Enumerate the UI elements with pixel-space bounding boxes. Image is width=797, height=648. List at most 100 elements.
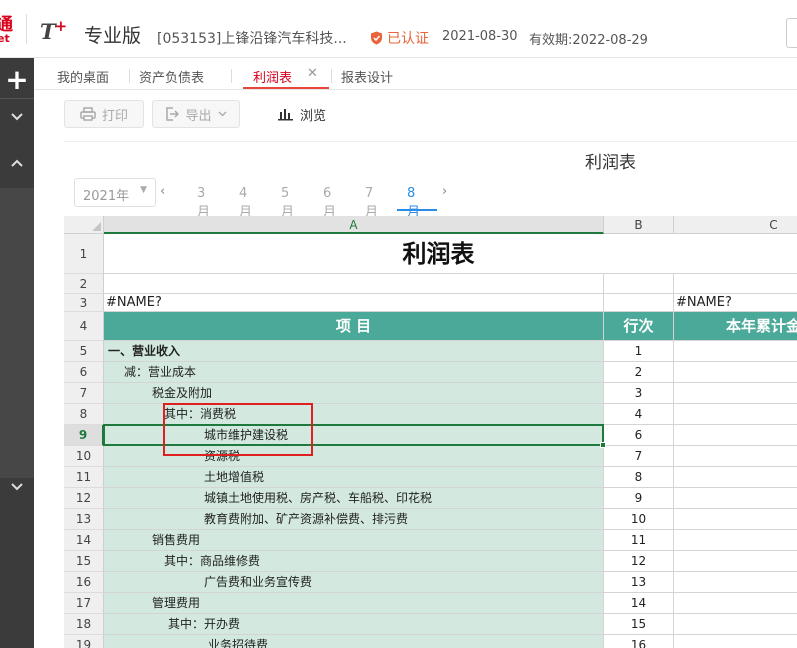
tab-balance-sheet[interactable]: 资产负债表 [139, 67, 204, 86]
line-number-cell[interactable]: 10 [604, 509, 674, 530]
certified-badge[interactable]: 已认证 [370, 28, 429, 48]
line-number-cell[interactable]: 7 [604, 446, 674, 467]
item-cell[interactable]: 业务招待费 [104, 635, 604, 648]
row-header[interactable]: 19 [64, 635, 104, 648]
month-option[interactable]: 6月 [323, 186, 336, 220]
sheet-title-cell[interactable]: 利润表 [104, 234, 797, 274]
item-cell[interactable]: 其中：开办费 [104, 614, 604, 635]
row-header[interactable]: 7 [64, 383, 104, 404]
browse-button[interactable]: 浏览 [272, 100, 332, 128]
sheet-cell[interactable] [604, 274, 674, 294]
ytd-amount-cell[interactable] [674, 425, 797, 446]
ytd-amount-cell[interactable] [674, 467, 797, 488]
tab-income-statement[interactable]: 利润表 [253, 67, 292, 86]
row-header[interactable]: 8 [64, 404, 104, 425]
item-cell[interactable]: 管理费用 [104, 593, 604, 614]
line-number-cell[interactable]: 11 [604, 530, 674, 551]
ytd-amount-cell[interactable] [674, 383, 797, 404]
item-cell[interactable]: 销售费用 [104, 530, 604, 551]
chevron-down-icon[interactable] [0, 470, 34, 504]
row-header[interactable]: 11 [64, 467, 104, 488]
sheet-cell[interactable] [604, 294, 674, 312]
header-item-cell[interactable]: 项 目 [104, 312, 604, 341]
line-number-cell[interactable]: 3 [604, 383, 674, 404]
line-number-cell[interactable]: 4 [604, 404, 674, 425]
month-option[interactable]: 5月 [281, 186, 294, 220]
export-button[interactable]: 导出 [152, 100, 240, 128]
line-number-cell[interactable]: 8 [604, 467, 674, 488]
chevron-up-icon[interactable] [0, 146, 34, 180]
line-number-cell[interactable]: 16 [604, 635, 674, 648]
ytd-amount-cell[interactable] [674, 530, 797, 551]
ytd-amount-cell[interactable] [674, 362, 797, 383]
row-header[interactable]: 12 [64, 488, 104, 509]
row-header[interactable]: 9 [64, 425, 104, 446]
item-cell[interactable]: 土地增值税 [104, 467, 604, 488]
row-header[interactable]: 16 [64, 572, 104, 593]
tab-report-design[interactable]: 报表设计 [341, 67, 393, 86]
select-all-corner[interactable] [64, 216, 104, 234]
row-header[interactable]: 18 [64, 614, 104, 635]
ytd-amount-cell[interactable] [674, 509, 797, 530]
header-right-button[interactable] [786, 18, 797, 48]
sheet-cell[interactable] [674, 274, 797, 294]
row-header[interactable]: 17 [64, 593, 104, 614]
name-error-cell[interactable]: #NAME? [104, 294, 604, 312]
row-header[interactable]: 3 [64, 294, 104, 312]
item-cell[interactable]: 一、营业收入 [104, 341, 604, 362]
item-cell[interactable]: 城镇土地使用税、房产税、车船税、印花税 [104, 488, 604, 509]
ytd-amount-cell[interactable] [674, 446, 797, 467]
line-number-cell[interactable]: 6 [604, 425, 674, 446]
print-button[interactable]: 打印 [64, 100, 144, 128]
ytd-amount-cell[interactable] [674, 488, 797, 509]
company-name[interactable]: [053153]上锋沿锋汽车科技... [157, 28, 347, 48]
spreadsheet[interactable]: A B C 1234利润表#NAME?#NAME?项 目行次本年累计金额5一、营… [64, 216, 797, 648]
month-option[interactable]: 3月 [197, 186, 210, 220]
row-header[interactable]: 4 [64, 312, 104, 341]
ytd-amount-cell[interactable] [674, 593, 797, 614]
month-option[interactable]: 4月 [239, 186, 252, 220]
item-cell[interactable]: 教育费附加、矿产资源补偿费、排污费 [104, 509, 604, 530]
line-number-cell[interactable]: 15 [604, 614, 674, 635]
fill-handle[interactable] [600, 442, 606, 448]
row-header[interactable]: 15 [64, 551, 104, 572]
item-cell[interactable]: 其中：商品维修费 [104, 551, 604, 572]
row-header[interactable]: 1 [64, 234, 104, 274]
ytd-amount-cell[interactable] [674, 614, 797, 635]
header-line-cell[interactable]: 行次 [604, 312, 674, 341]
line-number-cell[interactable]: 1 [604, 341, 674, 362]
tab-desktop[interactable]: 我的桌面 [57, 67, 109, 86]
ytd-amount-cell[interactable] [674, 572, 797, 593]
column-header-b[interactable]: B [604, 216, 674, 234]
ytd-amount-cell[interactable] [674, 404, 797, 425]
prev-period-button[interactable]: ‹ [160, 184, 165, 199]
row-header[interactable]: 2 [64, 274, 104, 294]
item-cell[interactable]: 广告费和业务宣传费 [104, 572, 604, 593]
name-error-cell[interactable]: #NAME? [674, 294, 797, 312]
item-cell[interactable]: 税金及附加 [104, 383, 604, 404]
row-header[interactable]: 14 [64, 530, 104, 551]
column-header-a[interactable]: A [104, 216, 604, 234]
year-select[interactable]: 2021年 ▼ [74, 178, 156, 207]
header-ytd-cell[interactable]: 本年累计金额 [674, 312, 797, 341]
sheet-cell[interactable] [104, 274, 604, 294]
row-header[interactable]: 6 [64, 362, 104, 383]
row-header[interactable]: 13 [64, 509, 104, 530]
ytd-amount-cell[interactable] [674, 551, 797, 572]
next-period-button[interactable]: › [442, 184, 447, 199]
add-icon[interactable]: + [0, 62, 34, 96]
column-header-c[interactable]: C [674, 216, 797, 234]
chevron-down-icon[interactable] [0, 100, 34, 134]
line-number-cell[interactable]: 12 [604, 551, 674, 572]
line-number-cell[interactable]: 14 [604, 593, 674, 614]
close-icon[interactable]: ✕ [307, 66, 318, 81]
row-header[interactable]: 5 [64, 341, 104, 362]
month-option-active[interactable]: 8月 [407, 186, 420, 220]
line-number-cell[interactable]: 2 [604, 362, 674, 383]
ytd-amount-cell[interactable] [674, 341, 797, 362]
month-option[interactable]: 7月 [365, 186, 378, 220]
line-number-cell[interactable]: 9 [604, 488, 674, 509]
ytd-amount-cell[interactable] [674, 635, 797, 648]
row-header[interactable]: 10 [64, 446, 104, 467]
line-number-cell[interactable]: 13 [604, 572, 674, 593]
